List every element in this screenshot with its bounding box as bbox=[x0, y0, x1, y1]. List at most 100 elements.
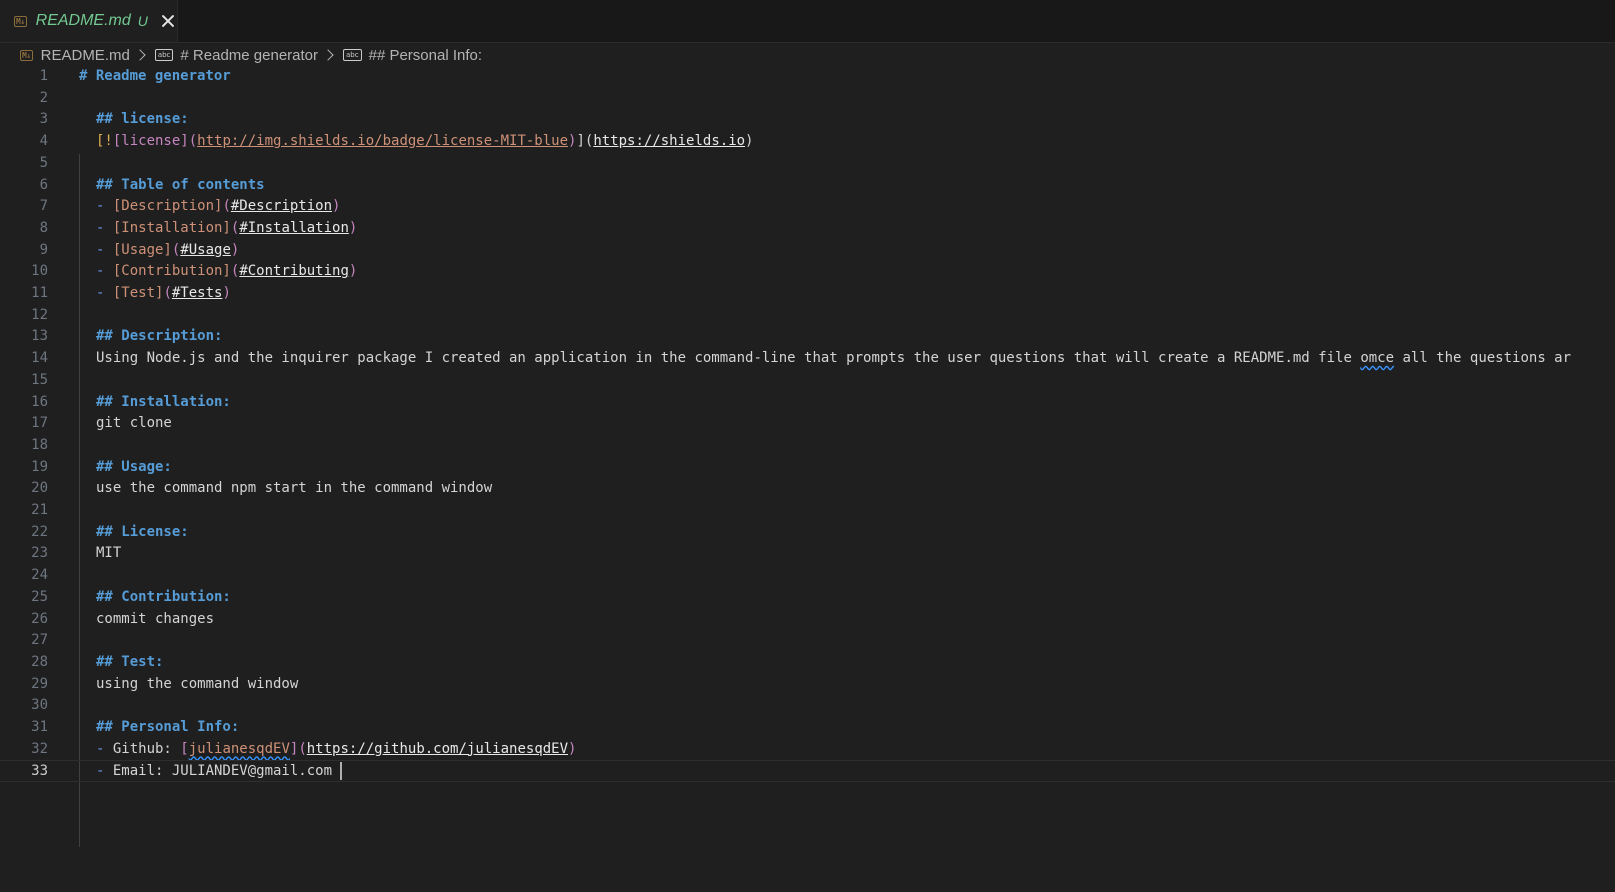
code-line[interactable]: 12 bbox=[0, 305, 1615, 327]
code-line[interactable]: 23 MIT bbox=[0, 543, 1615, 565]
code-line[interactable]: 15 bbox=[0, 370, 1615, 392]
link-anchor[interactable]: #Usage bbox=[180, 242, 231, 258]
paren: ( bbox=[163, 285, 172, 301]
code-line[interactable]: 13 ## Description: bbox=[0, 326, 1615, 348]
untracked-badge: U bbox=[137, 13, 148, 29]
line-number: 16 bbox=[31, 393, 48, 410]
code-line[interactable]: 2 bbox=[0, 88, 1615, 110]
text: all the questions ar bbox=[1394, 350, 1572, 367]
heading-text: ## license: bbox=[96, 111, 189, 128]
paren: ) bbox=[745, 133, 754, 150]
line-number: 23 bbox=[31, 545, 48, 562]
link-anchor[interactable]: #Description bbox=[231, 198, 332, 214]
tab-readme[interactable]: M↓ README.md U bbox=[0, 0, 178, 42]
link-url[interactable]: https://shields.io bbox=[593, 133, 745, 149]
line-number: 28 bbox=[31, 653, 48, 670]
line-content: ## Description: bbox=[96, 326, 222, 348]
line-number: 6 bbox=[39, 176, 48, 193]
code-line[interactable]: 18 bbox=[0, 435, 1615, 457]
breadcrumb-section-label: ## Personal Info: bbox=[368, 46, 483, 64]
image-bracket: [! bbox=[96, 133, 113, 150]
code-line[interactable]: 21 bbox=[0, 500, 1615, 522]
line-content: MIT bbox=[96, 545, 122, 562]
breadcrumb-section-personal[interactable]: abc ## Personal Info: bbox=[343, 47, 482, 64]
list-marker: - bbox=[96, 263, 113, 280]
code-editor[interactable]: 1 # Readme generator 2 3 ## license: 4 [![l… bbox=[0, 66, 1615, 892]
line-number: 7 bbox=[39, 198, 48, 215]
spelling-error[interactable]: omce bbox=[1360, 350, 1394, 366]
chevron-right-icon bbox=[322, 49, 334, 61]
line-number: 2 bbox=[39, 89, 48, 106]
link-text: [Description] bbox=[112, 198, 223, 215]
code-line[interactable]: 26 commit changes bbox=[0, 609, 1615, 631]
heading-text: ## Table of contents bbox=[96, 176, 265, 193]
code-line[interactable]: 22 ## License: bbox=[0, 522, 1615, 544]
line-content: - [Installation](#Installation) bbox=[96, 218, 357, 240]
line-number: 20 bbox=[31, 480, 48, 497]
code-line[interactable]: 11 - [Test](#Tests) bbox=[0, 283, 1615, 305]
code-line[interactable]: 8 - [Installation](#Installation) bbox=[0, 218, 1615, 240]
heading-text: ## Personal Info: bbox=[96, 719, 240, 735]
link-anchor[interactable]: #Installation bbox=[239, 220, 349, 236]
line-content: Using Node.js and the inquirer package I… bbox=[96, 348, 1571, 370]
close-icon[interactable] bbox=[160, 13, 176, 29]
bracket: [ bbox=[180, 740, 189, 757]
code-line[interactable]: 25 ## Contribution: bbox=[0, 587, 1615, 609]
text: Using Node.js and the inquirer package I… bbox=[96, 350, 1361, 367]
line-content: - [Test](#Tests) bbox=[96, 283, 231, 305]
line-content: ## Usage: bbox=[96, 457, 172, 479]
link-anchor[interactable]: #Tests bbox=[172, 285, 223, 301]
line-number: 3 bbox=[39, 111, 48, 128]
code-line[interactable]: 29 using the command window bbox=[0, 674, 1615, 696]
code-line[interactable]: 7 - [Description](#Description) bbox=[0, 196, 1615, 218]
line-number: 32 bbox=[31, 740, 48, 757]
heading-text: ## Contribution: bbox=[96, 588, 231, 605]
line-content: - [Description](#Description) bbox=[96, 196, 340, 218]
breadcrumb-section-readme[interactable]: abc # Readme generator bbox=[154, 46, 319, 64]
line-number: 33 bbox=[31, 763, 48, 780]
breadcrumb-file[interactable]: M↓ README.md bbox=[20, 47, 130, 64]
breadcrumb-section-label: # Readme generator bbox=[180, 46, 319, 64]
line-number: 5 bbox=[39, 154, 48, 171]
link-text: [Test] bbox=[112, 285, 164, 301]
line-number: 25 bbox=[31, 588, 48, 605]
text: Github: bbox=[112, 740, 181, 757]
link-url[interactable]: https://github.com/julianesqdEV bbox=[307, 741, 568, 757]
code-line[interactable]: 6 ## Table of contents bbox=[0, 175, 1615, 197]
link-anchor[interactable]: #Contributing bbox=[239, 263, 349, 279]
code-line[interactable]: 14 Using Node.js and the inquirer package… bbox=[0, 348, 1615, 370]
paren: ) bbox=[230, 241, 240, 258]
code-line[interactable]: 3 ## license: bbox=[0, 109, 1615, 131]
line-content: ## Table of contents bbox=[96, 175, 265, 197]
code-line[interactable]: 4 [![license](http://img.shields.io/badge… bbox=[0, 131, 1615, 153]
code-line[interactable]: 17 git clone bbox=[0, 413, 1615, 435]
code-line[interactable]: 16 ## Installation: bbox=[0, 392, 1615, 414]
code-line-current[interactable]: 33 - Email: JULIANDEV@gmail.com bbox=[0, 760, 1615, 783]
code-line[interactable]: 5 bbox=[0, 153, 1615, 175]
code-line[interactable]: 31 ## Personal Info: bbox=[0, 717, 1615, 739]
link-text: [Installation] bbox=[112, 219, 231, 236]
line-number: 13 bbox=[31, 328, 48, 345]
heading-text: ## License: bbox=[96, 523, 189, 540]
bracket: ]( bbox=[576, 133, 594, 150]
line-number: 4 bbox=[39, 133, 48, 150]
code-line[interactable]: 24 bbox=[0, 565, 1615, 587]
tab-bar: M↓ README.md U bbox=[0, 0, 1615, 43]
code-line[interactable]: 20 use the command npm start in the comma… bbox=[0, 478, 1615, 500]
code-line[interactable]: 30 bbox=[0, 695, 1615, 717]
paren: ( bbox=[188, 133, 198, 150]
code-line[interactable]: 19 ## Usage: bbox=[0, 457, 1615, 479]
line-content: git clone bbox=[96, 415, 172, 432]
code-line[interactable]: 32 - Github: [julianesqdEV](https://githu… bbox=[0, 739, 1615, 761]
code-line[interactable]: 10 - [Contribution](#Contributing) bbox=[0, 261, 1615, 283]
line-number: 30 bbox=[31, 697, 48, 714]
code-line[interactable]: 9 - [Usage](#Usage) bbox=[0, 240, 1615, 262]
line-number: 17 bbox=[31, 415, 48, 432]
code-line[interactable]: 1 # Readme generator bbox=[0, 66, 1615, 88]
line-content: ## Installation: bbox=[96, 392, 231, 414]
code-line[interactable]: 28 ## Test: bbox=[0, 652, 1615, 674]
image-url[interactable]: http://img.shields.io/badge/license-MIT-… bbox=[197, 133, 568, 149]
link-text[interactable]: julianesqdEV bbox=[189, 741, 290, 757]
string-symbol-icon: abc bbox=[154, 49, 174, 61]
code-line[interactable]: 27 bbox=[0, 630, 1615, 652]
